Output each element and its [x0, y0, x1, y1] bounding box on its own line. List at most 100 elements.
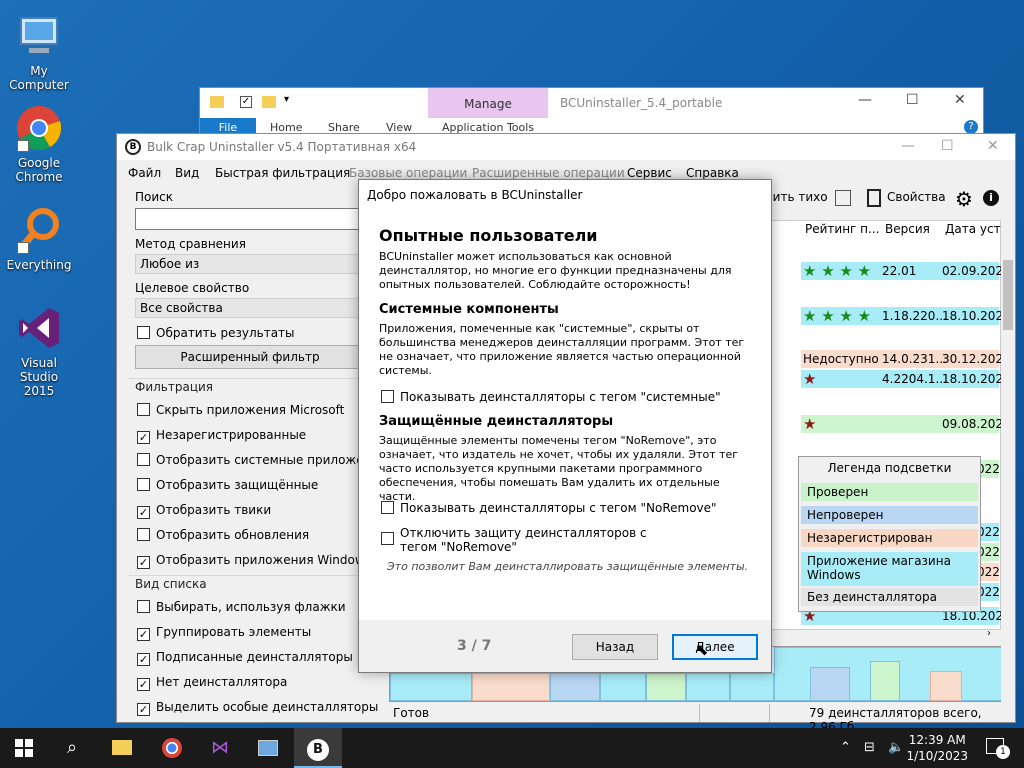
- menu-help[interactable]: Справка: [686, 166, 739, 180]
- filter-hide-microsoft[interactable]: Скрыть приложения Microsoft: [137, 403, 344, 421]
- properties-icon[interactable]: [867, 189, 881, 207]
- table-row[interactable]: ★ 4.2204.1... 18.10.2022: [801, 370, 1011, 388]
- bcu-taskbar-icon[interactable]: B: [294, 728, 342, 768]
- compare-method-select[interactable]: Любое из: [135, 254, 365, 274]
- filter-protected[interactable]: Отобразить защищённые: [137, 478, 318, 496]
- maximize-icon[interactable]: ☐: [941, 138, 954, 154]
- checkbox-box[interactable]: ✓: [137, 431, 150, 444]
- checkbox-box[interactable]: [137, 528, 150, 541]
- treemap-cell[interactable]: [810, 667, 850, 701]
- visual-studio-icon[interactable]: ⋈: [196, 728, 244, 768]
- table-row[interactable]: 022: [977, 563, 1000, 581]
- properties-icon[interactable]: ✓: [240, 96, 252, 108]
- scrollbar-thumb[interactable]: [1003, 260, 1013, 330]
- treemap-cell[interactable]: [730, 673, 774, 701]
- search-input[interactable]: [135, 208, 365, 230]
- minimize-icon[interactable]: —: [858, 92, 872, 108]
- disable-protection-checkbox[interactable]: Отключить защиту деинсталляторов с тегом…: [381, 526, 761, 554]
- settings-gear-icon[interactable]: ⚙: [955, 187, 973, 211]
- file-explorer-icon[interactable]: [98, 728, 146, 768]
- checkbox-box[interactable]: [137, 326, 150, 339]
- checkbox-box[interactable]: ✓: [137, 653, 150, 666]
- invert-results-checkbox[interactable]: Обратить результаты: [137, 326, 295, 344]
- table-row[interactable]: ★ ★ ★ ★ 1.18.220... 18.10.2022: [801, 307, 1011, 325]
- treemap-cell[interactable]: [550, 673, 600, 701]
- checkbox-box[interactable]: ✓: [137, 703, 150, 716]
- filter-unregistered[interactable]: ✓ Незарегистрированные: [137, 428, 306, 446]
- menu-tools[interactable]: Сервис: [627, 166, 672, 180]
- back-button[interactable]: Назад: [572, 634, 658, 660]
- checkbox-box[interactable]: [381, 532, 394, 545]
- new-folder-icon[interactable]: [262, 96, 276, 108]
- checkbox-box[interactable]: ✓: [137, 628, 150, 641]
- explorer-window[interactable]: ✓ ▾ Manage BCUninstaller_5.4_portable — …: [199, 87, 984, 136]
- network-icon[interactable]: ⊟: [864, 740, 875, 755]
- list-vertical-scrollbar[interactable]: [1001, 220, 1015, 630]
- welcome-wizard-dialog[interactable]: Добро пожаловать в BCUninstaller Опытные…: [358, 179, 772, 673]
- speaker-icon[interactable]: 🔈: [888, 740, 904, 755]
- quick-access-dropdown-icon[interactable]: ▾: [284, 94, 289, 105]
- column-header-version[interactable]: Версия: [885, 222, 930, 236]
- menu-advanced-ops[interactable]: Расширенные операции: [472, 166, 625, 180]
- table-row[interactable]: ★ ★ ★ ★ 22.01 02.09.2022: [801, 262, 1011, 280]
- menu-quick-filter[interactable]: Быстрая фильтрация: [215, 166, 350, 180]
- edit-icon[interactable]: [835, 190, 851, 206]
- treemap-scrollbar[interactable]: [1001, 646, 1015, 702]
- filter-system-apps[interactable]: Отобразить системные приложения: [137, 453, 386, 471]
- treemap-cell[interactable]: [600, 673, 646, 701]
- view-use-checkboxes[interactable]: Выбирать, используя флажки: [137, 600, 346, 618]
- desktop-icon-visual-studio[interactable]: Visual Studio 2015: [0, 304, 78, 398]
- view-highlight-special[interactable]: ✓ Выделить особые деинсталляторы: [137, 700, 378, 718]
- close-icon[interactable]: ✕: [987, 138, 999, 154]
- notifications-icon[interactable]: 1: [986, 738, 1010, 759]
- desktop-icon-chrome[interactable]: Google Chrome: [0, 104, 78, 184]
- tray-overflow-icon[interactable]: ⌃: [840, 740, 851, 755]
- filter-store-apps[interactable]: ✓ Отобразить приложения Windows Sto: [137, 553, 371, 571]
- checkbox-box[interactable]: ✓: [137, 556, 150, 569]
- checkbox-box[interactable]: [137, 600, 150, 613]
- checkbox-box[interactable]: ✓: [137, 506, 150, 519]
- search-icon[interactable]: ⌕: [48, 728, 96, 768]
- next-button[interactable]: Далее: [672, 634, 758, 660]
- treemap-cell[interactable]: [686, 673, 730, 701]
- maximize-icon[interactable]: ☐: [906, 92, 919, 108]
- filter-updates[interactable]: Отобразить обновления: [137, 528, 309, 546]
- checkbox-box[interactable]: [381, 390, 394, 403]
- system-clock[interactable]: 12:39 AM 1/10/2023: [906, 732, 968, 764]
- show-noremove-checkbox[interactable]: Показывать деинсталляторы с тегом "NoRem…: [381, 501, 761, 515]
- table-row[interactable]: 022: [977, 583, 1000, 601]
- checkbox-box[interactable]: [137, 403, 150, 416]
- view-no-uninstaller[interactable]: ✓ Нет деинсталлятора: [137, 675, 287, 693]
- info-icon[interactable]: i: [983, 190, 999, 206]
- view-group-items[interactable]: ✓ Группировать элементы: [137, 625, 311, 643]
- view-signed-uninstallers[interactable]: ✓ Подписанные деинсталляторы: [137, 650, 353, 668]
- start-button[interactable]: [0, 728, 48, 768]
- filter-tweaks[interactable]: ✓ Отобразить твики: [137, 503, 271, 521]
- help-icon[interactable]: ?: [964, 120, 978, 134]
- menu-basic-ops[interactable]: Базовые операции: [349, 166, 467, 180]
- table-row[interactable]: Недоступно 14.0.231... 30.12.2022: [801, 350, 1011, 368]
- column-header-rating[interactable]: Рейтинг п...: [805, 222, 879, 236]
- properties-button[interactable]: Свойства: [887, 190, 946, 204]
- target-property-select[interactable]: Все свойства: [135, 298, 365, 318]
- chrome-icon[interactable]: [148, 728, 196, 768]
- control-panel-icon[interactable]: [244, 728, 292, 768]
- advanced-filter-button[interactable]: Расширенный фильтр: [135, 345, 365, 369]
- table-row[interactable]: 022: [977, 523, 1000, 541]
- checkbox-box[interactable]: [137, 478, 150, 491]
- checkbox-box[interactable]: [381, 501, 394, 514]
- menu-view[interactable]: Вид: [175, 166, 199, 180]
- table-row[interactable]: ★ 09.08.2022: [801, 415, 1011, 433]
- checkbox-box[interactable]: [137, 453, 150, 466]
- treemap-cell[interactable]: [930, 671, 962, 701]
- tab-manage[interactable]: Manage: [428, 88, 548, 118]
- menu-file[interactable]: Файл: [128, 166, 161, 180]
- desktop-icon-my-computer[interactable]: My Computer: [0, 12, 78, 92]
- show-system-checkbox[interactable]: Показывать деинсталляторы с тегом "систе…: [381, 390, 761, 404]
- desktop-icon-everything[interactable]: Everything: [0, 206, 78, 272]
- table-row[interactable]: 022: [977, 543, 1000, 561]
- treemap-cell[interactable]: [472, 673, 550, 701]
- horizontal-scroll-right-icon[interactable]: ›: [987, 628, 991, 639]
- quiet-uninstall-button[interactable]: лить тихо: [765, 190, 828, 204]
- minimize-icon[interactable]: —: [901, 138, 915, 154]
